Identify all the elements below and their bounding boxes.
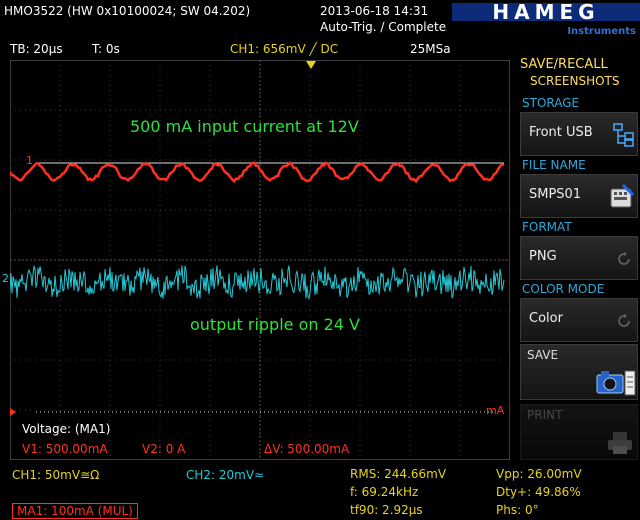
camera-icon	[593, 367, 637, 401]
rotary-knob-icon	[617, 313, 631, 332]
info-bar: TB: 20µs T: 0s CH1: 656mV ╱ DC 25MSa	[0, 40, 516, 58]
cursor-v2: V2: 0 A	[142, 442, 185, 456]
cursor-v1: V1: 500.00mA	[22, 442, 108, 456]
colormode-button[interactable]: Color	[520, 298, 638, 342]
hameg-logo: HAMEG Instruments	[452, 1, 640, 37]
keyboard-edit-icon	[609, 183, 635, 215]
storage-value: Front USB	[529, 125, 593, 140]
trigger-position-icon	[306, 56, 316, 66]
timebase[interactable]: TB: 20µs	[10, 42, 63, 56]
ch1-scale[interactable]: CH1: 50mV≅Ω	[12, 468, 99, 482]
annotation-bottom: output ripple on 24 V	[190, 316, 360, 334]
trigger-status: Auto-Trig. / Complete	[320, 20, 446, 34]
datetime: 2013-06-18 14:31	[320, 4, 428, 18]
colormode-value: Color	[529, 311, 563, 326]
menu-title-2: SCREENSHOTS	[530, 74, 620, 88]
filename-value: SMPS01	[529, 187, 581, 202]
ch1-marker: 1	[26, 154, 33, 168]
menu-title-1: SAVE/RECALL	[520, 58, 608, 72]
ch2-marker: 2	[2, 272, 9, 286]
measurement-panel: CH1: 50mV≅Ω CH2: 20mV≈ MA1: 100mA (MUL) …	[0, 462, 640, 520]
meas-dty: Dty+: 49.86%	[496, 485, 581, 499]
ma-marker: mA	[486, 404, 504, 418]
channel-setting[interactable]: CH1: 656mV ╱ DC	[230, 42, 338, 56]
filename-button[interactable]: SMPS01	[520, 174, 638, 218]
ch2-scale[interactable]: CH2: 20mV≈	[186, 468, 264, 482]
save-button[interactable]: SAVE	[520, 344, 638, 400]
logo-text: HAMEG	[492, 1, 599, 24]
print-button[interactable]: PRINT	[520, 404, 638, 460]
cursor-dv: ΔV: 500.00mA	[264, 442, 349, 456]
save-label: SAVE	[527, 348, 558, 362]
print-label: PRINT	[527, 408, 562, 422]
format-button[interactable]: PNG	[520, 236, 638, 280]
title-bar: HMO3522 (HW 0x10100024; SW 04.202) 2013-…	[0, 0, 640, 38]
meas-vpp: Vpp: 26.00mV	[496, 467, 582, 481]
ma1-scale[interactable]: MA1: 100mA (MUL)	[12, 503, 138, 519]
rotary-knob-icon	[617, 251, 631, 270]
format-label: FORMAT	[522, 220, 572, 234]
storage-button[interactable]: Front USB	[520, 112, 638, 156]
meas-tf90: tf90: 2.92µs	[350, 503, 423, 517]
format-value: PNG	[529, 249, 557, 264]
colormode-label: COLOR MODE	[522, 282, 604, 296]
cursor-title: Voltage: (MA1)	[22, 422, 110, 436]
filename-label: FILE NAME	[522, 158, 586, 172]
storage-label: STORAGE	[522, 96, 579, 110]
logo-sub: Instruments	[567, 26, 636, 37]
meas-phs: Phs: 0°	[496, 503, 539, 517]
annotation-top: 500 mA input current at 12V	[130, 118, 359, 136]
usb-tree-icon	[613, 123, 635, 151]
printer-icon	[607, 431, 633, 459]
trigger-time[interactable]: T: 0s	[92, 42, 120, 56]
meas-rms: RMS: 244.66mV	[350, 467, 446, 481]
device-info: HMO3522 (HW 0x10100024; SW 04.202)	[4, 4, 250, 18]
sample-rate: 25MSa	[410, 42, 451, 56]
meas-freq: f: 69.24kHz	[350, 485, 418, 499]
